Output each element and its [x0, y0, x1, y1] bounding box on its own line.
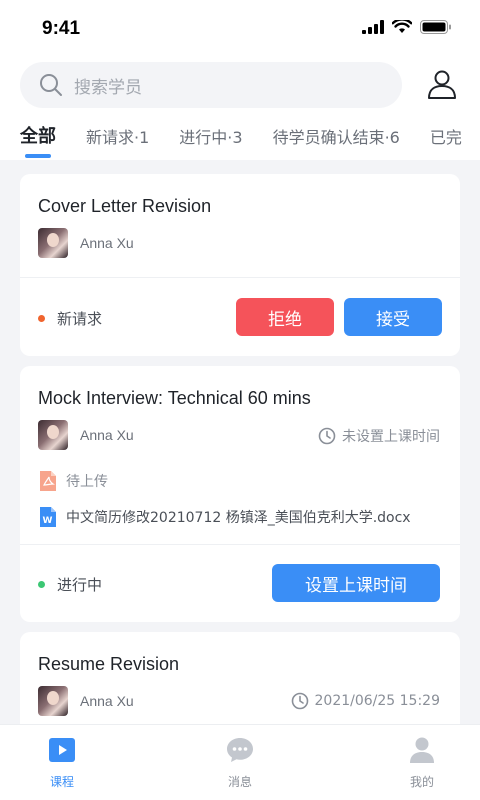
avatar — [38, 686, 68, 716]
course-card[interactable]: Cover Letter Revision Anna Xu 新请求 拒绝 接受 — [20, 174, 460, 356]
status-dot — [38, 315, 45, 322]
search-input[interactable]: 搜索学员 — [20, 62, 402, 108]
clock-icon — [291, 692, 308, 710]
pending-upload-row: 待上传 — [38, 470, 108, 492]
tab-awaiting-confirmation[interactable]: 待学员确认结束·6 — [273, 120, 400, 148]
user-name: Anna Xu — [80, 235, 134, 251]
file-name: 中文简历修改20210712 杨镇泽_美国伯克利大学.docx — [66, 510, 411, 526]
card-title: Resume Revision — [38, 654, 180, 674]
reject-button[interactable]: 拒绝 — [236, 298, 334, 336]
search-placeholder: 搜索学员 — [74, 77, 142, 98]
status-label: 进行中 — [57, 576, 103, 594]
user-profile-icon[interactable] — [426, 68, 458, 100]
signal-icon — [362, 20, 384, 34]
header: 搜索学员 全部 新请求·1 进行中·3 待学员确认结束·6 已完 — [0, 56, 480, 160]
card-title: Cover Letter Revision — [38, 196, 212, 216]
divider — [20, 277, 460, 278]
profile-icon — [410, 737, 434, 763]
nav-messages[interactable]: 消息 — [200, 735, 280, 790]
course-card[interactable]: Mock Interview: Technical 60 mins Anna X… — [20, 366, 460, 622]
avatar — [38, 228, 68, 258]
pending-upload-label: 待上传 — [66, 474, 108, 490]
pdf-file-icon — [40, 471, 56, 491]
tab-completed[interactable]: 已完 — [430, 120, 462, 148]
attached-file-row[interactable]: W 中文简历修改20210712 杨镇泽_美国伯克利大学.docx — [38, 506, 411, 528]
schedule-time: 未设置上课时间 — [318, 426, 440, 446]
user-name: Anna Xu — [80, 693, 134, 709]
status-icons — [362, 20, 452, 34]
nav-course-label: 课程 — [49, 775, 74, 789]
tab-all[interactable]: 全部 — [20, 120, 56, 158]
schedule-time: 2021/06/25 15:29 — [291, 692, 441, 710]
status-time: 9:41 — [42, 18, 81, 39]
avatar — [38, 420, 68, 450]
divider — [20, 544, 460, 545]
status-row: 进行中 — [38, 574, 102, 595]
svg-text:W: W — [43, 516, 53, 526]
wifi-icon — [392, 20, 412, 33]
battery-icon — [420, 20, 451, 34]
bottom-nav: 课程 消息 我的 — [0, 724, 480, 800]
course-icon — [49, 738, 75, 762]
status-dot — [38, 581, 45, 588]
status-row: 新请求 — [38, 308, 102, 329]
user-row: Anna Xu — [38, 686, 134, 716]
word-file-icon: W — [40, 507, 56, 527]
user-row: Anna Xu — [38, 420, 134, 450]
search-icon — [40, 74, 62, 96]
nav-course[interactable]: 课程 — [22, 735, 102, 790]
accept-button[interactable]: 接受 — [344, 298, 442, 336]
status-tabs: 全部 新请求·1 进行中·3 待学员确认结束·6 已完 — [0, 120, 480, 160]
nav-profile-label: 我的 — [409, 775, 434, 789]
user-row: Anna Xu — [38, 228, 134, 258]
card-title: Mock Interview: Technical 60 mins — [38, 388, 311, 408]
clock-icon — [318, 427, 336, 445]
status-bar: 9:41 — [0, 0, 480, 56]
status-label: 新请求 — [57, 310, 103, 328]
set-schedule-button[interactable]: 设置上课时间 — [272, 564, 440, 602]
schedule-time-text: 2021/06/25 15:29 — [314, 693, 441, 709]
schedule-time-text: 未设置上课时间 — [342, 429, 440, 445]
tab-in-progress[interactable]: 进行中·3 — [179, 120, 242, 148]
user-name: Anna Xu — [80, 427, 134, 443]
nav-profile[interactable]: 我的 — [382, 735, 462, 790]
nav-messages-label: 消息 — [227, 775, 252, 789]
message-icon — [227, 738, 253, 762]
tab-new-requests[interactable]: 新请求·1 — [86, 120, 149, 148]
